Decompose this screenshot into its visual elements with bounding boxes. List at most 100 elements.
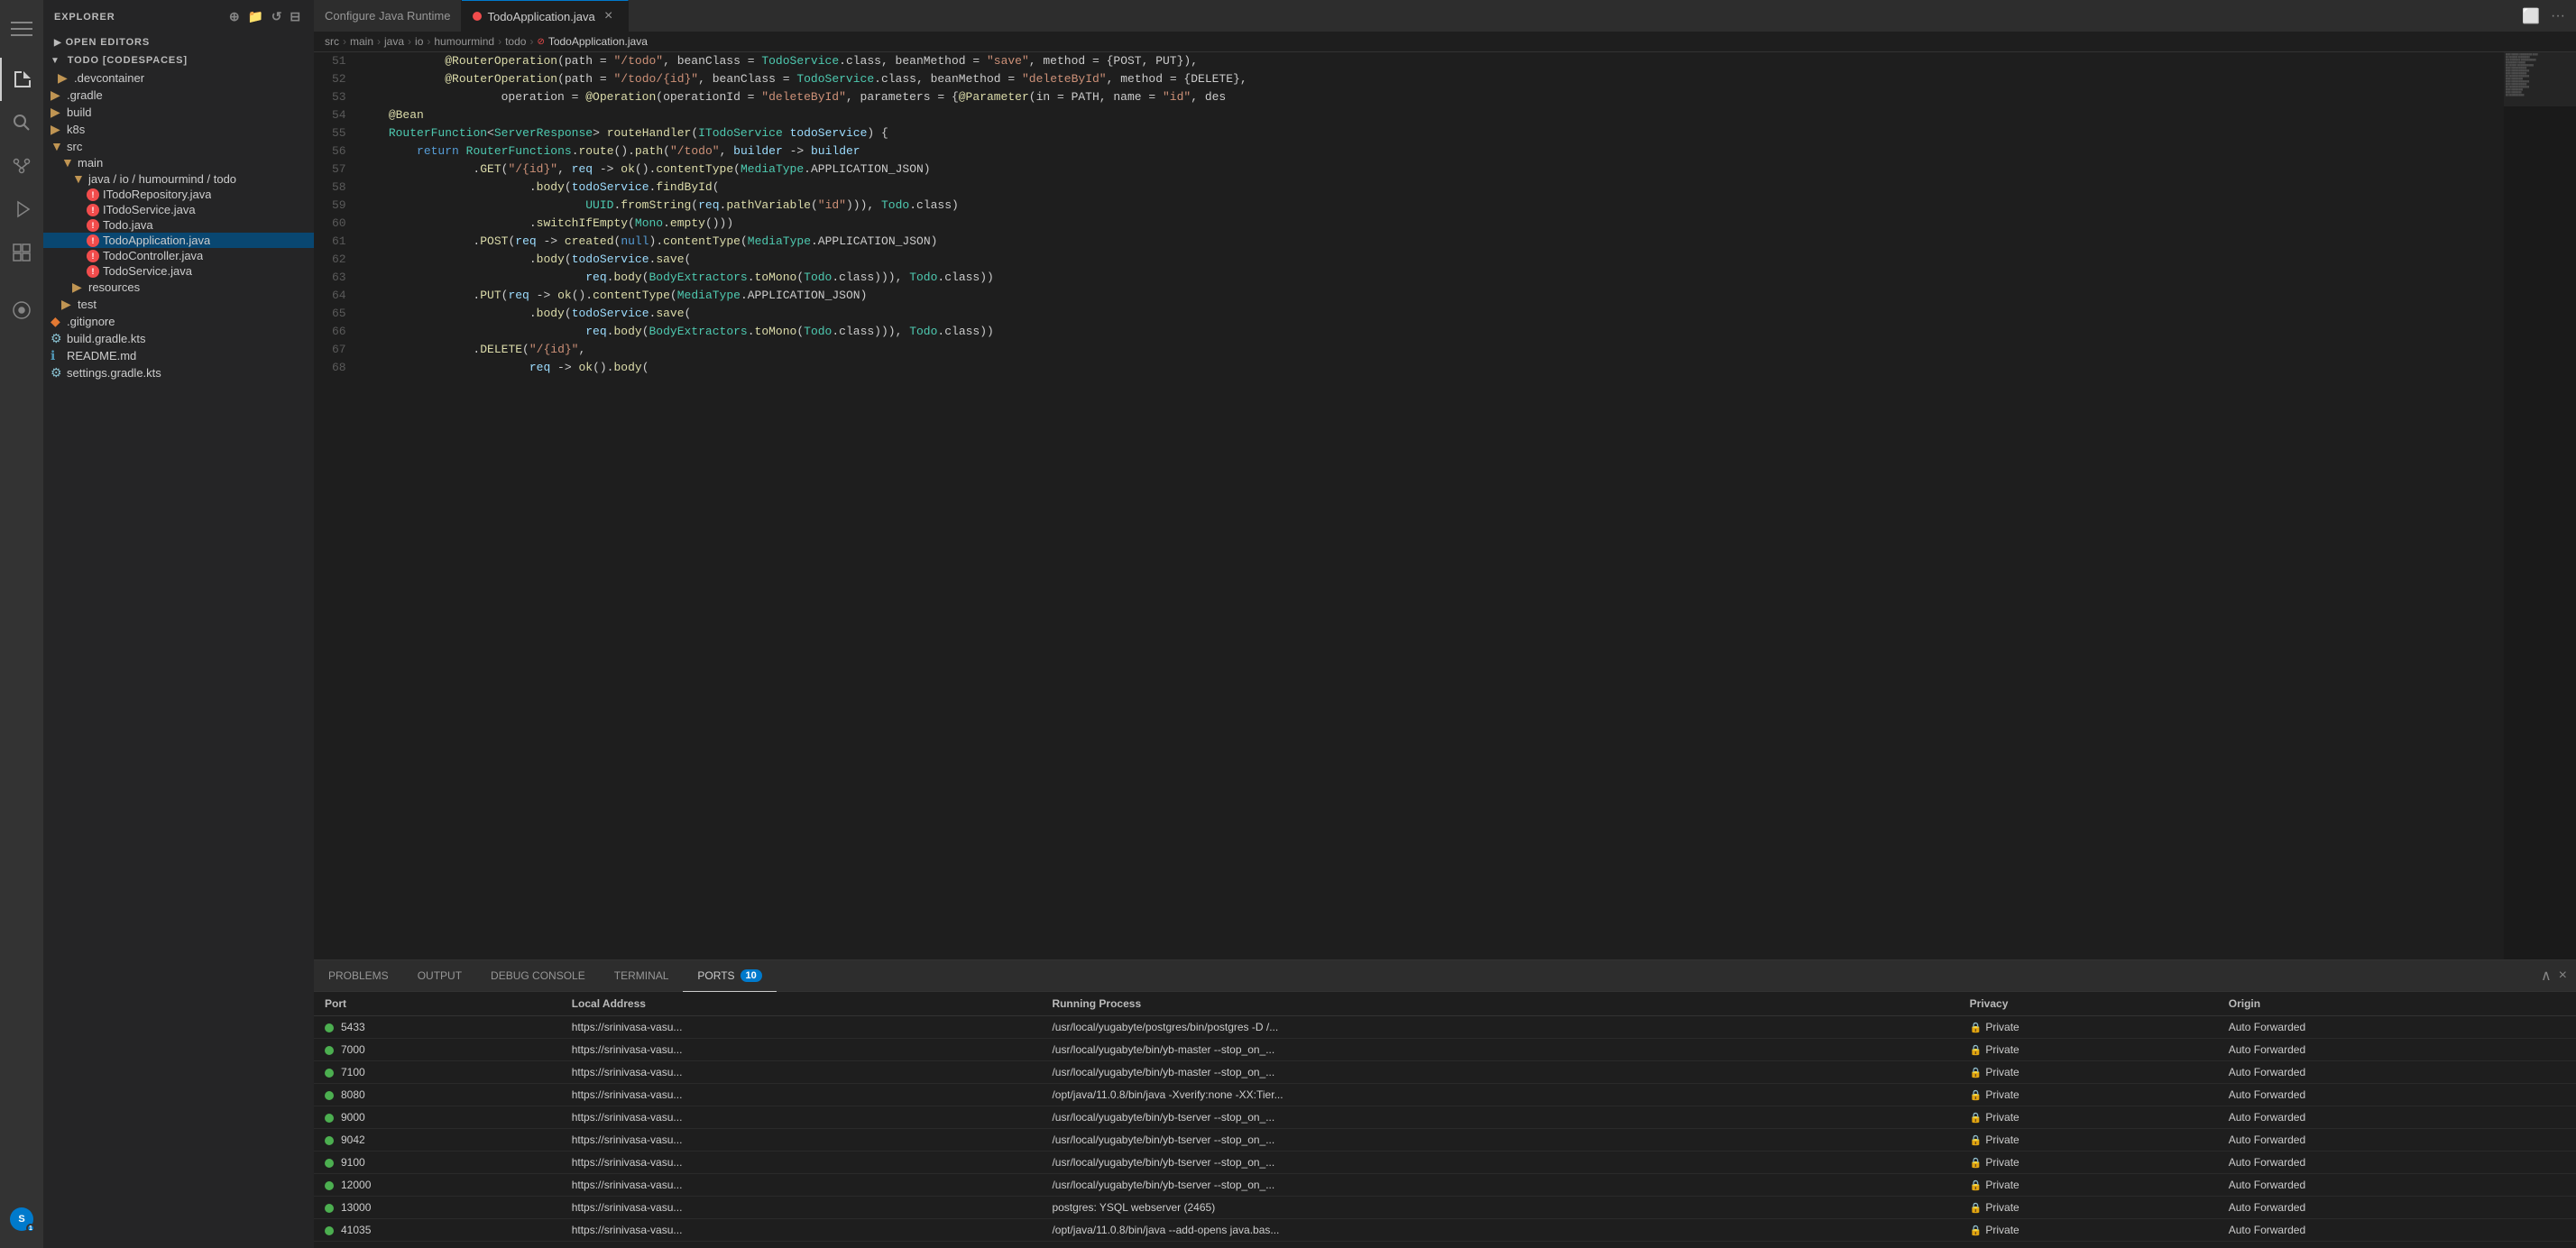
- table-row[interactable]: 41035 https://srinivasa-vasu... /opt/jav…: [314, 1219, 2576, 1242]
- sidebar-item-ITodoService[interactable]: ! ITodoService.java: [43, 202, 314, 217]
- port-status-dot: [325, 1159, 334, 1168]
- sidebar-item-build[interactable]: ▶ build: [43, 104, 314, 121]
- running-process: /usr/local/yugabyte/postgres/bin/postgre…: [1041, 1016, 1958, 1039]
- tab-error-dot: [473, 12, 482, 21]
- tab-label: PROBLEMS: [328, 969, 389, 982]
- folder-icon: ▶: [51, 87, 67, 103]
- panel-tab-terminal[interactable]: TERMINAL: [600, 960, 684, 992]
- code-line-53: operation = @Operation(operationId = "de…: [361, 88, 2486, 106]
- sidebar-item-java-path[interactable]: ▼ java / io / humourmind / todo: [43, 170, 314, 187]
- sidebar-item-TodoService[interactable]: ! TodoService.java: [43, 263, 314, 279]
- origin: Auto Forwarded: [2218, 1152, 2576, 1174]
- breadcrumb-todo[interactable]: todo: [505, 35, 526, 48]
- code-line-57: .GET("/{id}", req -> ok().contentType(Me…: [361, 161, 2486, 179]
- breadcrumb-java[interactable]: java: [384, 35, 404, 48]
- panel-tab-ports[interactable]: PORTS 10: [683, 960, 776, 992]
- close-panel-icon[interactable]: ×: [2557, 966, 2569, 986]
- code-line-55: RouterFunction<ServerResponse> routeHand…: [361, 124, 2486, 142]
- tab-todo-application[interactable]: TodoApplication.java ×: [462, 0, 628, 32]
- col-header-privacy: Privacy: [1959, 992, 2218, 1016]
- sidebar-item-k8s[interactable]: ▶ k8s: [43, 121, 314, 138]
- sidebar-item-TodoApplication[interactable]: ! TodoApplication.java: [43, 233, 314, 248]
- port-number: 7100: [314, 1061, 561, 1084]
- sidebar-item-devcontainer[interactable]: ▶ .devcontainer: [43, 69, 314, 87]
- table-row[interactable]: 13000 https://srinivasa-vasu... postgres…: [314, 1197, 2576, 1219]
- tab-close-button[interactable]: ×: [601, 8, 617, 24]
- code-line-61: .POST(req -> created(null).contentType(M…: [361, 233, 2486, 251]
- search-button[interactable]: [0, 101, 43, 144]
- port-number: 7000: [314, 1039, 561, 1061]
- sidebar-item-test[interactable]: ▶ test: [43, 296, 314, 313]
- new-folder-icon[interactable]: 📁: [245, 7, 265, 26]
- notification-badge: 1: [26, 1224, 35, 1233]
- table-row[interactable]: 8080 https://srinivasa-vasu... /opt/java…: [314, 1084, 2576, 1106]
- table-row[interactable]: 5433 https://srinivasa-vasu... /usr/loca…: [314, 1016, 2576, 1039]
- breadcrumb-src[interactable]: src: [325, 35, 339, 48]
- privacy: 🔒Private: [1959, 1084, 2218, 1106]
- table-row[interactable]: 12000 https://srinivasa-vasu... /usr/loc…: [314, 1174, 2576, 1197]
- workspace-section[interactable]: ▼ TODO [CODESPACES]: [43, 51, 314, 69]
- panel-tab-problems[interactable]: PROBLEMS: [314, 960, 403, 992]
- col-header-port: Port: [314, 992, 561, 1016]
- sidebar-item-build-gradle[interactable]: ⚙ build.gradle.kts: [43, 330, 314, 347]
- sidebar-item-gradle[interactable]: ▶ .gradle: [43, 87, 314, 104]
- split-editor-icon[interactable]: ⬜: [2518, 5, 2544, 27]
- folder-open-icon: ▼: [61, 155, 78, 170]
- breadcrumb-main[interactable]: main: [350, 35, 373, 48]
- sidebar-item-src[interactable]: ▼ src: [43, 138, 314, 154]
- source-control-button[interactable]: [0, 144, 43, 188]
- origin: Auto Forwarded: [2218, 1016, 2576, 1039]
- ports-panel[interactable]: Port Local Address Running Process Priva…: [314, 992, 2576, 1248]
- sidebar-item-TodoController[interactable]: ! TodoController.java: [43, 248, 314, 263]
- workspace-chevron: ▼: [51, 56, 60, 66]
- table-row[interactable]: 9100 https://srinivasa-vasu... /usr/loca…: [314, 1152, 2576, 1174]
- git-lens-button[interactable]: [0, 289, 43, 332]
- lock-icon: 🔒: [1970, 1180, 1983, 1191]
- panel-tab-output[interactable]: OUTPUT: [403, 960, 476, 992]
- table-row[interactable]: 9000 https://srinivasa-vasu... /usr/loca…: [314, 1106, 2576, 1129]
- local-address: https://srinivasa-vasu...: [561, 1174, 1042, 1197]
- collapse-panel-icon[interactable]: ∧: [2539, 965, 2553, 986]
- sidebar-header-icons: ⊕ 📁 ↺ ⊟: [227, 7, 303, 26]
- refresh-icon[interactable]: ↺: [270, 7, 285, 26]
- code-line-62: .body(todoService.save(: [361, 251, 2486, 269]
- panel-tabs: PROBLEMS OUTPUT DEBUG CONSOLE TERMINAL P…: [314, 960, 2576, 992]
- code-editor[interactable]: 51 52 53 54 55 56 57 58 59 60 61 62 63 6…: [314, 52, 2504, 959]
- running-process: /usr/local/yugabyte/bin/yb-master --stop…: [1041, 1061, 1958, 1084]
- run-debug-button[interactable]: [0, 188, 43, 231]
- editor-area: 51 52 53 54 55 56 57 58 59 60 61 62 63 6…: [314, 52, 2576, 959]
- avatar-button[interactable]: S 1: [0, 1198, 43, 1241]
- port-status-dot: [325, 1226, 334, 1235]
- breadcrumb-humourmind[interactable]: humourmind: [434, 35, 494, 48]
- sidebar-item-readme[interactable]: ℹ README.md: [43, 347, 314, 364]
- open-editors-section[interactable]: ▶ OPEN EDITORS: [43, 33, 314, 51]
- panel-tab-debug-console[interactable]: DEBUG CONSOLE: [476, 960, 600, 992]
- port-status-dot: [325, 1204, 334, 1213]
- sidebar-item-gitignore[interactable]: ◆ .gitignore: [43, 313, 314, 330]
- code-line-54: @Bean: [361, 106, 2486, 124]
- privacy: 🔒Private: [1959, 1129, 2218, 1152]
- error-badge: !: [87, 188, 99, 201]
- lock-icon: 🔒: [1970, 1158, 1983, 1169]
- collapse-all-icon[interactable]: ⊟: [288, 7, 303, 26]
- extensions-button[interactable]: [0, 231, 43, 274]
- table-row[interactable]: 7100 https://srinivasa-vasu... /usr/loca…: [314, 1061, 2576, 1084]
- more-actions-icon[interactable]: ···: [2547, 6, 2569, 26]
- sidebar-title: EXPLORER ⊕ 📁 ↺ ⊟: [43, 0, 314, 33]
- sidebar-item-settings-gradle[interactable]: ⚙ settings.gradle.kts: [43, 364, 314, 381]
- sidebar-item-main[interactable]: ▼ main: [43, 154, 314, 170]
- code-line-66: req.body(BodyExtractors.toMono(Todo.clas…: [361, 323, 2486, 341]
- sidebar-item-resources[interactable]: ▶ resources: [43, 279, 314, 296]
- port-status-dot: [325, 1023, 334, 1032]
- explorer-button[interactable]: [0, 58, 43, 101]
- sidebar-item-ITodoRepository[interactable]: ! ITodoRepository.java: [43, 187, 314, 202]
- breadcrumb-io[interactable]: io: [415, 35, 423, 48]
- breadcrumb-current-file[interactable]: TodoApplication.java: [548, 35, 648, 48]
- tab-configure-java[interactable]: Configure Java Runtime: [314, 0, 462, 32]
- folder-open-icon: ▼: [72, 171, 88, 186]
- table-row[interactable]: 7000 https://srinivasa-vasu... /usr/loca…: [314, 1039, 2576, 1061]
- table-row[interactable]: 9042 https://srinivasa-vasu... /usr/loca…: [314, 1129, 2576, 1152]
- sidebar-item-Todo[interactable]: ! Todo.java: [43, 217, 314, 233]
- hamburger-menu-button[interactable]: [0, 7, 43, 50]
- new-file-icon[interactable]: ⊕: [227, 7, 243, 26]
